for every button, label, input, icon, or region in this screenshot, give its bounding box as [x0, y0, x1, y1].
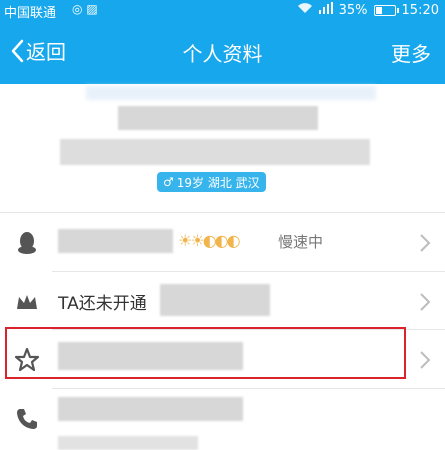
- crown-icon: [17, 295, 37, 309]
- wifi-icon: [297, 2, 313, 18]
- battery-icon: [373, 4, 399, 16]
- info-badge: ♂ 19岁 湖北 武汉: [157, 172, 266, 192]
- signal-icon: [318, 2, 333, 18]
- battery-percent: 35%: [338, 2, 368, 18]
- level-crescents-icon: ☀☀◐◐◐: [178, 231, 241, 250]
- pixelated-qq-number: [58, 229, 173, 253]
- pixelated-vip-text: [160, 284, 270, 316]
- vip-label: TA还未开通: [58, 294, 147, 314]
- pixelated-nickname: [118, 106, 318, 130]
- clock: 15:20: [401, 2, 439, 18]
- pixelated-bottom-row: [58, 436, 198, 450]
- qq-level-status: 慢速中: [278, 233, 324, 251]
- highlight-box: [5, 327, 406, 379]
- profile-header: [0, 84, 445, 212]
- cover-strip: [86, 86, 376, 100]
- battery-fill: [375, 6, 382, 14]
- info-badge-text: 19岁 湖北 武汉: [176, 175, 260, 190]
- notification-icons: ◎ ▨: [72, 2, 98, 16]
- navigation-bar: 返回 个人资料 更多: [0, 22, 445, 84]
- chat-icon: ◎: [72, 2, 83, 16]
- page-title: 个人资料: [182, 42, 263, 66]
- phone-icon: [17, 409, 37, 429]
- pixelated-phone-number: [58, 397, 243, 421]
- pixelated-signature: [60, 139, 370, 165]
- status-bar: 中国联通 ◎ ▨ 35% 15:20: [0, 0, 445, 22]
- list-item-qq-level[interactable]: ☀☀◐◐◐ 慢速中: [0, 213, 445, 271]
- chevron-right-icon: [420, 351, 431, 369]
- list-item-vip[interactable]: TA还未开通: [0, 272, 445, 330]
- gender-age-icon: ♂: [163, 175, 174, 189]
- chevron-right-icon: [420, 234, 431, 252]
- penguin-icon: [18, 232, 36, 254]
- image-icon: ▨: [86, 2, 98, 16]
- more-button[interactable]: 更多: [391, 38, 431, 67]
- chevron-right-icon: [420, 293, 431, 311]
- carrier-label: 中国联通: [4, 6, 57, 21]
